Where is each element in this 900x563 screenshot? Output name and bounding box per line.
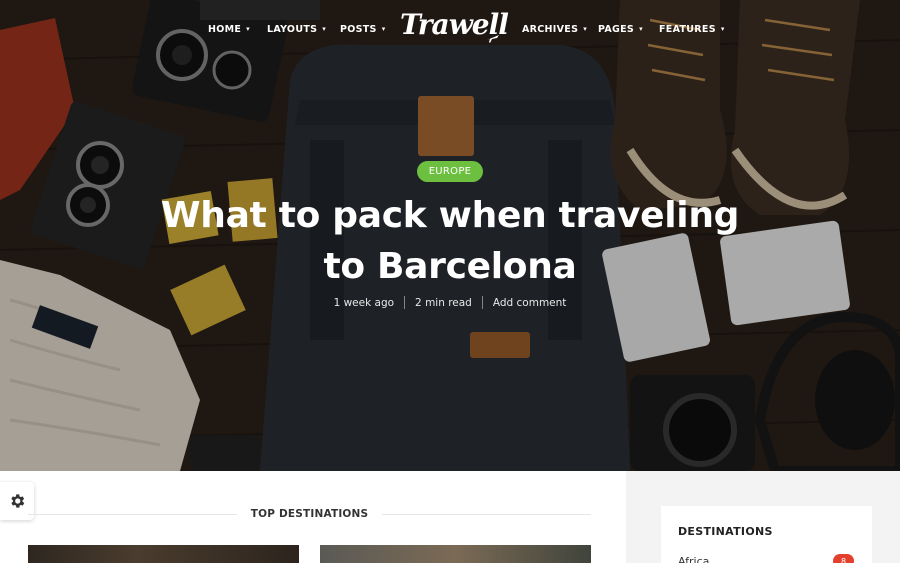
- nav-item-label: POSTS: [340, 24, 377, 35]
- nav-item-label: FEATURES: [659, 24, 716, 35]
- destinations-widget: DESTINATIONS Africa 8: [661, 506, 872, 563]
- divider-line: [382, 513, 592, 515]
- read-time: 2 min read: [415, 296, 472, 309]
- destination-card-image[interactable]: [320, 545, 591, 563]
- nav-item-archives[interactable]: ARCHIVES ▾: [522, 24, 587, 35]
- post-date: 1 week ago: [333, 296, 395, 309]
- divider-line: [28, 513, 237, 515]
- chevron-down-icon: ▾: [322, 25, 327, 33]
- site-logo[interactable]: Trawell: [400, 8, 509, 52]
- destination-card-image[interactable]: [28, 545, 299, 563]
- nav-item-label: HOME: [208, 24, 242, 35]
- meta-divider: [404, 296, 406, 309]
- meta-divider: [481, 296, 483, 309]
- nav-item-posts[interactable]: POSTS ▾: [340, 24, 386, 35]
- count-badge: 8: [833, 554, 854, 563]
- chevron-down-icon: ▾: [246, 25, 250, 33]
- section-header: TOP DESTINATIONS: [28, 505, 592, 523]
- add-comment-link[interactable]: Add comment: [493, 297, 567, 309]
- gear-icon: [11, 494, 25, 508]
- nav-item-pages[interactable]: PAGES ▾: [598, 24, 643, 35]
- destination-name: Africa: [678, 554, 710, 563]
- airplane-icon: [487, 35, 499, 43]
- post-meta: 1 week ago 2 min read Add comment: [330, 296, 570, 309]
- section-title: TOP DESTINATIONS: [250, 508, 369, 520]
- post-title-line-1: What to pack when traveling: [160, 195, 740, 236]
- destination-list-item[interactable]: Africa 8: [678, 554, 854, 563]
- post-title-line-2: to Barcelona: [323, 246, 577, 287]
- post-title[interactable]: What to pack when traveling to Barcelona: [130, 190, 770, 292]
- hero-section: HOME ▾ LAYOUTS ▾ POSTS ▾ Trawell ARCHIVE…: [0, 0, 900, 471]
- category-badge[interactable]: EUROPE: [417, 161, 483, 182]
- nav-item-label: LAYOUTS: [267, 24, 318, 35]
- widget-title: DESTINATIONS: [678, 525, 773, 538]
- nav-item-layouts[interactable]: LAYOUTS ▾: [267, 24, 326, 35]
- chevron-down-icon: ▾: [720, 25, 725, 33]
- nav-item-features[interactable]: FEATURES ▾: [659, 24, 725, 35]
- sidebar: DESTINATIONS Africa 8: [626, 471, 900, 563]
- main-navigation: HOME ▾ LAYOUTS ▾ POSTS ▾ Trawell ARCHIVE…: [0, 0, 900, 62]
- nav-item-home[interactable]: HOME ▾: [208, 24, 250, 35]
- chevron-down-icon: ▾: [583, 25, 588, 33]
- chevron-down-icon: ▾: [639, 25, 643, 33]
- chevron-down-icon: ▾: [381, 25, 386, 33]
- nav-item-label: PAGES: [598, 24, 635, 35]
- nav-item-label: ARCHIVES: [522, 24, 579, 35]
